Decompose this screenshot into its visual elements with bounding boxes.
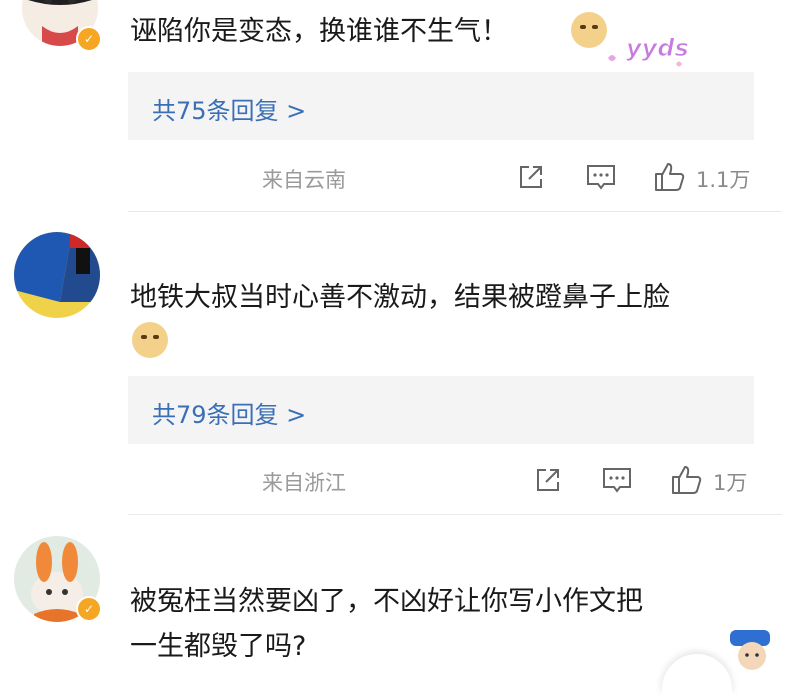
reply-count-link[interactable]: 共79条回复 > bbox=[152, 395, 306, 430]
girl-with-pearl-sticker bbox=[730, 630, 770, 670]
comment-text: 诬陷你是变态，换谁谁不生气！ bbox=[130, 16, 508, 47]
yyds-sticker-text: yyds bbox=[626, 34, 689, 62]
yyds-sticker: yyds bbox=[608, 34, 689, 67]
location-label: 来自云南 bbox=[262, 168, 346, 192]
like-count: 1万 bbox=[713, 471, 748, 495]
reply-summary-box[interactable]: 共79条回复 > bbox=[128, 376, 754, 444]
verified-badge-icon: ✓ bbox=[76, 596, 102, 622]
share-icon[interactable] bbox=[516, 162, 546, 192]
comment-text: 地铁大叔当时心善不激动，结果被蹬鼻子上脸 bbox=[130, 282, 670, 313]
like-count: 1.1万 bbox=[696, 168, 751, 192]
comment-text: 被冤枉当然要凶了，不凶好让你写小作文把 bbox=[130, 586, 643, 617]
divider bbox=[128, 514, 782, 515]
doge-emoji bbox=[132, 322, 168, 358]
comment-icon[interactable] bbox=[601, 465, 633, 495]
avatar[interactable] bbox=[14, 232, 100, 318]
reply-summary-box[interactable]: 共75条回复 > bbox=[128, 72, 754, 140]
comment-icon[interactable] bbox=[585, 162, 617, 192]
thumb-up-icon[interactable] bbox=[670, 464, 704, 496]
thumb-up-icon[interactable] bbox=[653, 161, 687, 193]
comment-text-line2: 一生都毁了吗? bbox=[130, 631, 307, 662]
verified-badge-icon: ✓ bbox=[76, 26, 102, 52]
location-label: 来自浙江 bbox=[262, 471, 346, 495]
divider bbox=[128, 211, 782, 212]
reply-count-link[interactable]: 共75条回复 > bbox=[152, 91, 306, 126]
share-icon[interactable] bbox=[533, 465, 563, 495]
avatar-illustration bbox=[14, 232, 100, 318]
